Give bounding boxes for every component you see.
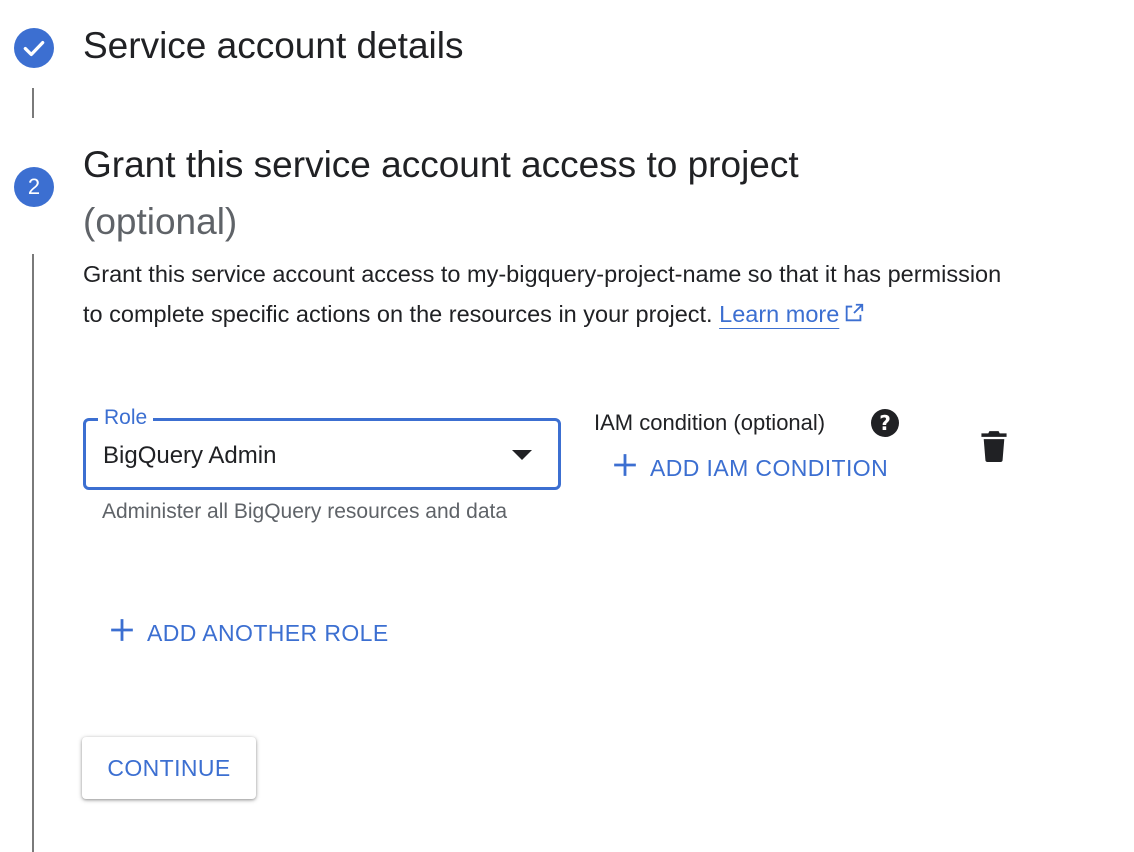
help-icon[interactable]: ? — [871, 409, 899, 437]
learn-more-link[interactable]: Learn more — [719, 301, 839, 327]
step-2-title: Grant this service account access to pro… — [83, 136, 963, 250]
role-select-label: Role — [98, 405, 154, 431]
add-another-role-label: ADD ANOTHER ROLE — [147, 619, 389, 646]
role-select-value: BigQuery Admin — [103, 442, 277, 469]
step-2-title-text: Grant this service account access to pro… — [83, 144, 799, 185]
step-2-title-optional: (optional) — [83, 201, 238, 242]
role-helper-text: Administer all BigQuery resources and da… — [102, 500, 508, 523]
step-2-description: Grant this service account access to my-… — [83, 254, 1003, 336]
step-1-title[interactable]: Service account details — [83, 24, 463, 68]
external-link-icon[interactable] — [843, 296, 865, 336]
delete-icon[interactable] — [980, 430, 1008, 467]
dropdown-arrow-icon[interactable] — [512, 450, 532, 460]
plus-icon — [109, 617, 135, 649]
step-1-check-icon — [14, 28, 54, 68]
add-another-role-button[interactable]: ADD ANOTHER ROLE — [109, 615, 389, 651]
plus-icon — [612, 452, 638, 484]
add-iam-condition-label: ADD IAM CONDITION — [650, 454, 889, 481]
page-root: Service account details 2 Grant this ser… — [0, 0, 1134, 852]
check-icon — [23, 40, 45, 57]
add-iam-condition-button[interactable]: ADD IAM CONDITION — [612, 450, 888, 486]
step-2-number-badge: 2 — [14, 167, 54, 207]
continue-button[interactable]: CONTINUE — [82, 737, 256, 799]
iam-condition-label: IAM condition (optional) — [594, 410, 826, 435]
step-connector — [32, 254, 34, 852]
role-select[interactable]: Role BigQuery Admin — [83, 405, 561, 490]
step-connector — [32, 88, 34, 118]
